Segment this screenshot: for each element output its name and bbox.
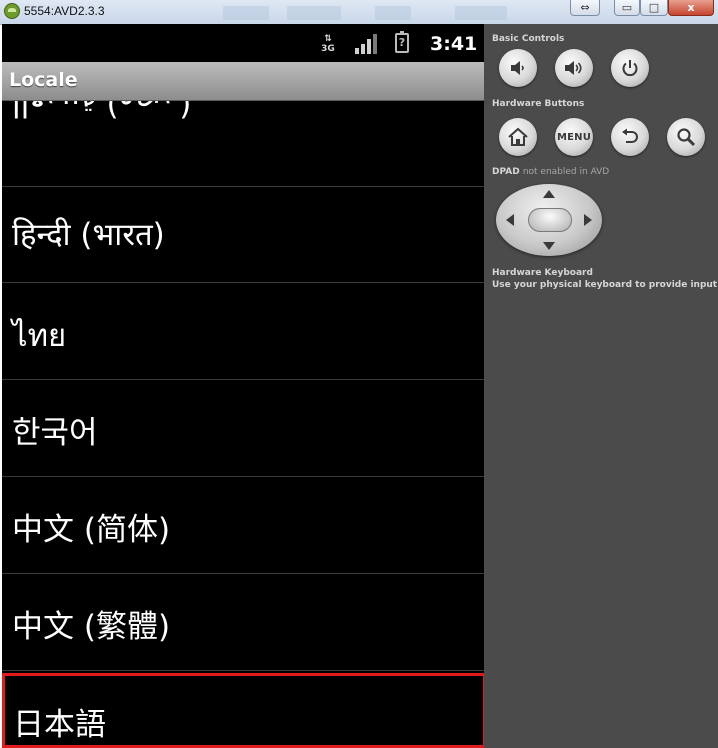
window-title: 5554:AVD2.3.3 xyxy=(24,4,105,18)
minimize-button[interactable]: ▭ xyxy=(614,0,640,16)
maximize-button[interactable]: □ xyxy=(640,0,668,16)
home-button[interactable] xyxy=(499,118,537,156)
home-icon xyxy=(508,127,528,146)
list-item-arabic[interactable]: العربية (مصر) xyxy=(2,101,484,187)
back-icon xyxy=(622,128,638,143)
dpad-control[interactable] xyxy=(496,184,602,256)
search-button[interactable] xyxy=(667,118,705,156)
page-title: Locale xyxy=(9,69,78,91)
hardware-keyboard-note: Use your physical keyboard to provide in… xyxy=(492,280,718,290)
dpad-center-button[interactable] xyxy=(528,208,572,232)
power-icon xyxy=(622,60,638,77)
back-button[interactable] xyxy=(611,118,649,156)
dpad-up-icon[interactable] xyxy=(543,190,555,198)
emulator-controls-panel: Basic Controls Hardware Buttons MENU DPA… xyxy=(484,24,718,748)
signal-strength-icon xyxy=(355,34,377,54)
locale-list[interactable]: العربية (مصر) हिन्दी (भारत) ไทย 한국어 中文 (… xyxy=(2,101,484,748)
list-item-chinese-simplified[interactable]: 中文 (简体) xyxy=(2,478,484,574)
battery-unknown-icon: ? xyxy=(395,31,409,53)
status-bar: ⇅ 3G ? 3:41 xyxy=(2,24,484,62)
volume-down-button[interactable] xyxy=(499,49,537,87)
dpad-left-icon[interactable] xyxy=(506,214,514,226)
device-screen[interactable]: ⇅ 3G ? 3:41 Locale العربية (مصر) हिन्दी … xyxy=(2,24,484,748)
locale-label: हिन्दी (भारत) xyxy=(12,217,165,253)
close-button[interactable]: x xyxy=(668,0,714,16)
locale-label: ไทย xyxy=(12,318,67,354)
volume-down-icon xyxy=(511,61,524,75)
locale-label: 한국어 xyxy=(12,415,98,451)
menu-label: MENU xyxy=(556,131,592,143)
list-item-korean[interactable]: 한국어 xyxy=(2,381,484,477)
list-item-hindi[interactable]: हिन्दी (भारत) xyxy=(2,187,484,283)
locale-label: 日本語 xyxy=(13,707,106,743)
basic-controls-title: Basic Controls xyxy=(492,34,565,44)
network-3g-icon: ⇅ 3G xyxy=(321,34,335,54)
android-emulator-icon xyxy=(4,3,20,19)
window-titlebar: 5554:AVD2.3.3 ⇔ ▭ □ x xyxy=(0,0,718,25)
dpad-title: DPAD not enabled in AVD xyxy=(492,167,610,177)
restore-button[interactable]: ⇔ xyxy=(570,0,600,16)
dpad-down-icon[interactable] xyxy=(543,242,555,250)
volume-up-icon xyxy=(565,61,582,75)
status-time: 3:41 xyxy=(430,33,478,55)
dpad-right-icon[interactable] xyxy=(584,214,592,226)
menu-button[interactable]: MENU xyxy=(555,118,593,156)
hardware-keyboard-title: Hardware Keyboard xyxy=(492,268,593,278)
power-button[interactable] xyxy=(611,49,649,87)
locale-label: العربية (مصر) xyxy=(12,101,192,123)
app-title-bar: Locale xyxy=(2,62,484,101)
list-item-chinese-traditional[interactable]: 中文 (繁體) xyxy=(2,575,484,671)
list-item-japanese[interactable]: 日本語 xyxy=(2,673,484,748)
volume-up-button[interactable] xyxy=(555,49,593,87)
locale-label: 中文 (简体) xyxy=(12,512,171,548)
search-icon xyxy=(677,128,696,147)
list-item-thai[interactable]: ไทย xyxy=(2,284,484,380)
locale-label: 中文 (繁體) xyxy=(12,609,171,645)
hardware-buttons-title: Hardware Buttons xyxy=(492,99,585,109)
